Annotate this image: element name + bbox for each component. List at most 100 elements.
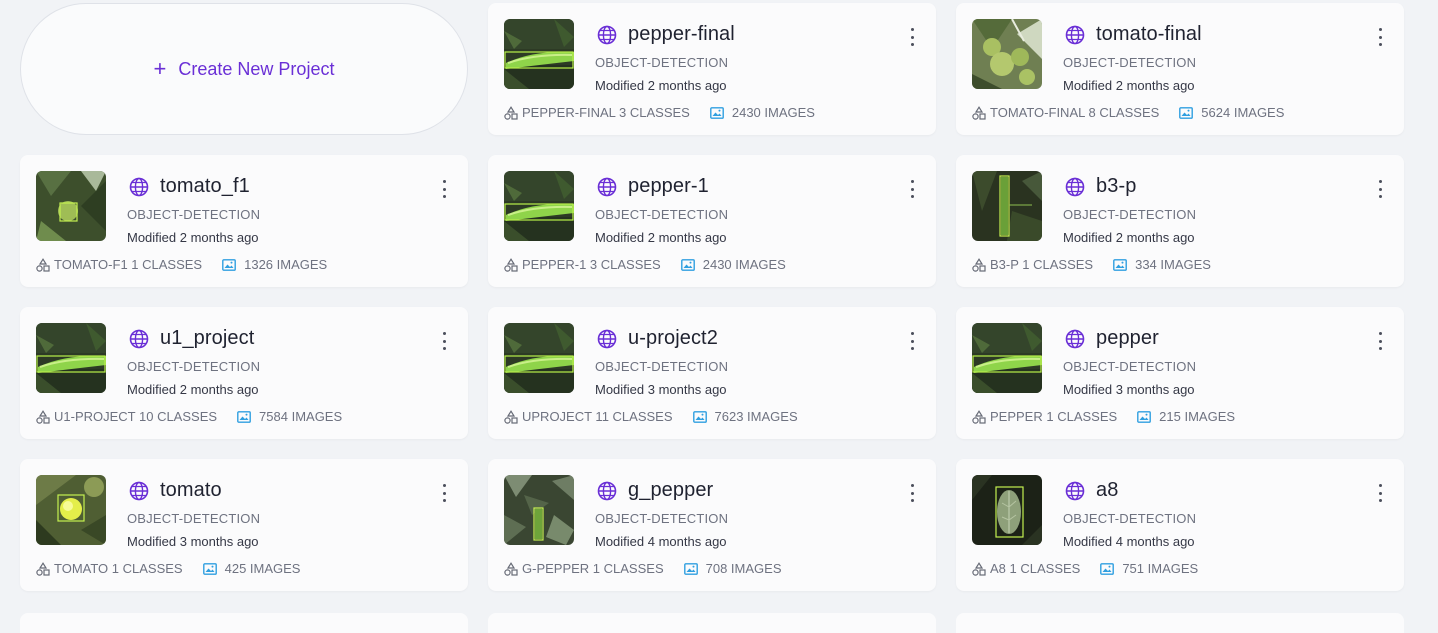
project-title-row: tomato-final <box>1064 23 1202 46</box>
project-title-row: u-project2 <box>596 327 718 350</box>
project-thumbnail[interactable] <box>972 171 1042 241</box>
globe-icon <box>596 328 618 350</box>
project-thumbnail[interactable] <box>504 171 574 241</box>
classes-shapes-icon <box>972 561 986 576</box>
project-card[interactable]: tomato_f1 OBJECT-DETECTION Modified 2 mont… <box>20 155 468 287</box>
kebab-menu-icon[interactable] <box>1374 28 1386 46</box>
images-count: 1326 IMAGES <box>244 257 328 272</box>
project-modified: Modified 3 months ago <box>1063 382 1195 397</box>
project-stats: TOMATO-FINAL 8 CLASSES 5624 IMAGES <box>972 105 1284 120</box>
plus-icon: + <box>153 56 167 81</box>
project-stats: PEPPER 1 CLASSES 215 IMAGES <box>972 409 1235 424</box>
project-modified: Modified 4 months ago <box>595 534 727 549</box>
project-name[interactable]: g_pepper <box>628 479 713 502</box>
project-card[interactable]: b3-p OBJECT-DETECTION Modified 2 months ag… <box>956 155 1404 287</box>
globe-icon <box>128 480 150 502</box>
project-title-row: g_pepper <box>596 479 713 502</box>
project-thumbnail[interactable] <box>972 19 1042 89</box>
project-thumbnail[interactable] <box>36 323 106 393</box>
globe-icon <box>1064 328 1086 350</box>
kebab-menu-icon[interactable] <box>906 484 918 502</box>
project-card[interactable]: tomato OBJECT-DETECTION Modified 3 months … <box>20 459 468 591</box>
project-name[interactable]: u-project2 <box>628 327 718 350</box>
project-name[interactable]: u1_project <box>160 327 254 350</box>
kebab-menu-icon[interactable] <box>1374 180 1386 198</box>
globe-icon <box>596 176 618 198</box>
project-card-partial[interactable] <box>20 613 468 633</box>
project-card[interactable]: u1_project OBJECT-DETECTION Modified 2 mon… <box>20 307 468 439</box>
project-stats: A8 1 CLASSES 751 IMAGES <box>972 561 1198 576</box>
project-name[interactable]: a8 <box>1096 479 1118 502</box>
kebab-menu-icon[interactable] <box>438 180 450 198</box>
images-count: 5624 IMAGES <box>1201 105 1285 120</box>
project-modified: Modified 2 months ago <box>595 78 727 93</box>
classes-count: TOMATO-F1 1 CLASSES <box>54 257 203 272</box>
project-type: OBJECT-DETECTION <box>595 359 729 374</box>
classes-stat: TOMATO-F1 1 CLASSES <box>36 257 202 272</box>
kebab-menu-icon[interactable] <box>906 180 918 198</box>
project-title-row: pepper <box>1064 327 1159 350</box>
project-card[interactable]: tomato-final OBJECT-DETECTION Modified 2 m… <box>956 3 1404 135</box>
project-name[interactable]: pepper-1 <box>628 175 709 198</box>
project-thumbnail[interactable] <box>504 323 574 393</box>
next-row-partial <box>20 613 1404 633</box>
kebab-menu-icon[interactable] <box>906 28 918 46</box>
image-icon <box>692 410 707 423</box>
project-thumbnail[interactable] <box>36 171 106 241</box>
project-thumbnail[interactable] <box>972 475 1042 545</box>
project-name[interactable]: pepper-final <box>628 23 735 46</box>
project-type: OBJECT-DETECTION <box>1063 511 1197 526</box>
classes-stat: TOMATO 1 CLASSES <box>36 561 183 576</box>
kebab-menu-icon[interactable] <box>906 332 918 350</box>
project-card-partial[interactable] <box>956 613 1404 633</box>
kebab-menu-icon[interactable] <box>438 484 450 502</box>
project-name[interactable]: tomato <box>160 479 222 502</box>
classes-shapes-icon <box>504 105 518 120</box>
project-name[interactable]: pepper <box>1096 327 1159 350</box>
create-new-project-button[interactable]: + Create New Project <box>20 3 468 135</box>
project-card[interactable]: g_pepper OBJECT-DETECTION Modified 4 month… <box>488 459 936 591</box>
project-title-row: b3-p <box>1064 175 1136 198</box>
kebab-menu-icon[interactable] <box>1374 332 1386 350</box>
project-type: OBJECT-DETECTION <box>595 207 729 222</box>
projects-grid: + Create New Project pepper-final OBJECT-… <box>20 3 1404 591</box>
classes-stat: G-PEPPER 1 CLASSES <box>504 561 664 576</box>
classes-stat: A8 1 CLASSES <box>972 561 1080 576</box>
project-title-row: pepper-final <box>596 23 735 46</box>
classes-count: G-PEPPER 1 CLASSES <box>522 561 664 576</box>
classes-stat: UPROJECT 11 CLASSES <box>504 409 673 424</box>
classes-stat: PEPPER 1 CLASSES <box>972 409 1117 424</box>
project-stats: TOMATO-F1 1 CLASSES 1326 IMAGES <box>36 257 327 272</box>
image-icon <box>709 106 724 119</box>
project-thumbnail[interactable] <box>972 323 1042 393</box>
project-card[interactable]: pepper OBJECT-DETECTION Modified 3 months … <box>956 307 1404 439</box>
kebab-menu-icon[interactable] <box>1374 484 1386 502</box>
classes-stat: PEPPER-FINAL 3 CLASSES <box>504 105 690 120</box>
image-icon <box>1179 106 1194 119</box>
project-card[interactable]: a8 OBJECT-DETECTION Modified 4 months ago A… <box>956 459 1404 591</box>
images-stat: 2430 IMAGES <box>680 257 786 272</box>
project-title-row: pepper-1 <box>596 175 709 198</box>
kebab-menu-icon[interactable] <box>438 332 450 350</box>
classes-shapes-icon <box>972 409 986 424</box>
classes-shapes-icon <box>504 409 518 424</box>
project-title-row: tomato <box>128 479 222 502</box>
project-name[interactable]: tomato-final <box>1096 23 1202 46</box>
image-icon <box>683 562 698 575</box>
project-stats: U1-PROJECT 10 CLASSES 7584 IMAGES <box>36 409 342 424</box>
project-name[interactable]: b3-p <box>1096 175 1136 198</box>
project-card[interactable]: pepper-1 OBJECT-DETECTION Modified 2 month… <box>488 155 936 287</box>
project-thumbnail[interactable] <box>36 475 106 545</box>
classes-count: PEPPER-FINAL 3 CLASSES <box>522 105 690 120</box>
images-count: 7623 IMAGES <box>714 409 798 424</box>
classes-count: TOMATO-FINAL 8 CLASSES <box>990 105 1160 120</box>
project-name[interactable]: tomato_f1 <box>160 175 250 198</box>
project-card[interactable]: u-project2 OBJECT-DETECTION Modified 3 mon… <box>488 307 936 439</box>
project-thumbnail[interactable] <box>504 475 574 545</box>
project-card[interactable]: pepper-final OBJECT-DETECTION Modified 2 m… <box>488 3 936 135</box>
classes-stat: B3-P 1 CLASSES <box>972 257 1093 272</box>
project-card-partial[interactable] <box>488 613 936 633</box>
project-thumbnail[interactable] <box>504 19 574 89</box>
classes-count: U1-PROJECT 10 CLASSES <box>54 409 218 424</box>
classes-count: PEPPER-1 3 CLASSES <box>522 257 661 272</box>
